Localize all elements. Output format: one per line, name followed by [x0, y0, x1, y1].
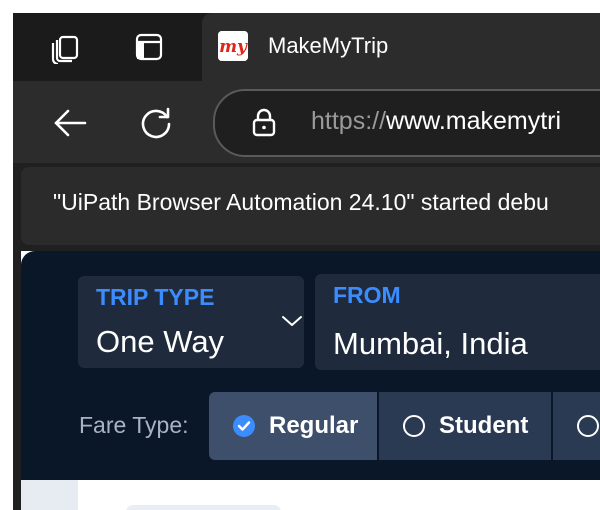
- infobar-message: "UiPath Browser Automation 24.10" starte…: [53, 189, 549, 215]
- fare-option-partial[interactable]: [553, 392, 600, 460]
- radio-checked-icon[interactable]: [233, 415, 255, 437]
- favicon-text: my: [219, 37, 248, 57]
- radio-unchecked-icon[interactable]: [577, 415, 599, 437]
- debugging-infobar: "UiPath Browser Automation 24.10" starte…: [21, 167, 600, 245]
- trip-type-value: One Way: [96, 324, 225, 359]
- browser-toolbar: https://www.makemytri: [13, 81, 600, 163]
- page-sidebar-strip: [21, 480, 78, 510]
- lock-icon[interactable]: [251, 107, 277, 142]
- url-host: www.makemytri: [386, 107, 562, 135]
- workspaces-icon[interactable]: [43, 25, 87, 69]
- fare-option-student[interactable]: Student: [379, 392, 551, 460]
- tab-actions-icon[interactable]: [127, 25, 171, 69]
- trip-type-label: TRIP TYPE: [96, 284, 215, 310]
- from-city-field[interactable]: FROM Mumbai, India: [315, 274, 600, 370]
- search-widget: TRIP TYPE One Way FROM Mumbai, India Far…: [21, 251, 600, 480]
- fare-type-label: Fare Type:: [79, 412, 189, 438]
- fare-option-regular[interactable]: Regular: [209, 392, 377, 460]
- web-page: TRIP TYPE One Way FROM Mumbai, India Far…: [21, 251, 600, 510]
- from-value: Mumbai, India: [333, 326, 528, 361]
- trip-type-dropdown[interactable]: TRIP TYPE One Way: [78, 276, 304, 368]
- tab-title: MakeMyTrip: [268, 33, 389, 58]
- from-label: FROM: [333, 282, 401, 308]
- tab-strip: my MakeMyTrip: [13, 13, 600, 81]
- url-scheme: https://: [311, 107, 387, 135]
- page-content-placeholder: [126, 505, 281, 510]
- address-bar[interactable]: https://www.makemytri: [213, 89, 600, 157]
- fare-option-label: Regular: [269, 412, 359, 439]
- radio-unchecked-icon[interactable]: [403, 415, 425, 437]
- active-tab[interactable]: my MakeMyTrip: [202, 13, 600, 81]
- browser-window: my MakeMyTrip https://www.makemytri "UiP…: [13, 13, 600, 510]
- url-text[interactable]: https://www.makemytri: [311, 107, 561, 136]
- chevron-down-icon[interactable]: [281, 314, 303, 333]
- makemytrip-favicon: my: [218, 31, 248, 61]
- back-arrow-icon[interactable]: [47, 100, 93, 146]
- refresh-icon[interactable]: [133, 100, 179, 146]
- fare-option-label: Student: [439, 412, 529, 439]
